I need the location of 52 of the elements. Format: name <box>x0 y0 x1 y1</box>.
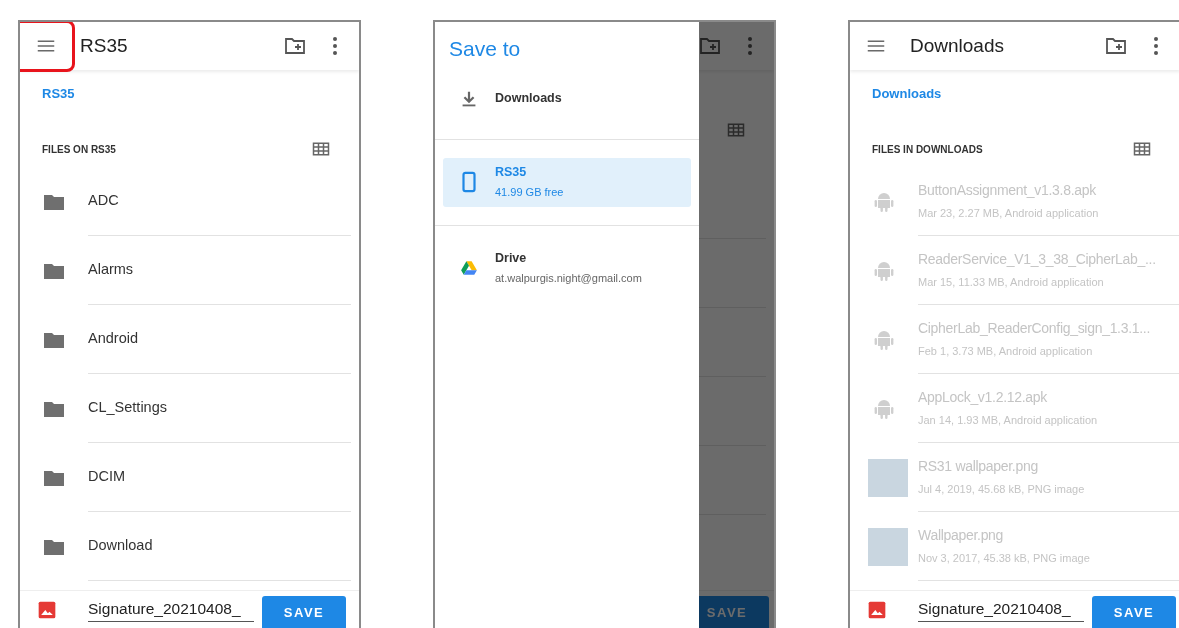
file-details: Jan 14, 1.93 MB, Android application <box>918 413 1099 429</box>
file-name: ButtonAssignment_v1.3.8.apk <box>918 181 1097 201</box>
more-icon <box>1154 37 1158 55</box>
file-name: DCIM <box>88 467 127 487</box>
breadcrumb-link[interactable]: Downloads <box>872 84 942 104</box>
file-row[interactable]: Download <box>20 512 359 581</box>
filename-field[interactable]: Signature_20210408_ <box>918 597 1084 622</box>
filename-field[interactable]: Signature_20210408_ <box>88 597 254 622</box>
storage-name: RS35 <box>495 164 528 182</box>
file-row[interactable]: Android <box>20 305 359 374</box>
file-name: RS31 wallpaper.png <box>918 457 1039 477</box>
file-name: Download <box>88 536 154 556</box>
triangle-logo-icon <box>460 259 478 277</box>
image-file-icon <box>867 599 887 620</box>
storage-item[interactable]: Downloads <box>443 78 691 119</box>
more-icon <box>748 37 752 55</box>
screen-title: RS35 <box>80 33 129 58</box>
more-icon <box>333 37 337 55</box>
file-name: CipherLab_ReaderConfig_sign_1.3.1... <box>918 319 1152 339</box>
storage-name: Downloads <box>495 90 562 108</box>
file-name: ADC <box>88 191 120 211</box>
image-thumbnail <box>868 458 908 497</box>
save-button[interactable]: SAVE <box>1092 595 1176 628</box>
breadcrumb-link[interactable]: RS35 <box>42 84 75 104</box>
screen-title: Downloads <box>910 33 1005 58</box>
drawer-title: Save to <box>449 36 522 62</box>
storage-item[interactable]: Drive at.walpurgis.night@gmail.com <box>443 243 691 293</box>
file-row[interactable]: DCIM <box>20 443 359 512</box>
file-name: Alarms <box>88 260 135 280</box>
grid-icon <box>311 139 331 159</box>
file-details: Feb 1, 3.73 MB, Android application <box>918 344 1094 360</box>
file-name: Android <box>88 329 139 349</box>
grid-icon <box>1132 139 1152 159</box>
file-name: ReaderService_V1_3_38_CipherLab_... <box>918 250 1157 270</box>
section-heading: FILES IN DOWNLOADS <box>872 142 983 157</box>
file-details: Nov 3, 2017, 45.38 kB, PNG image <box>918 551 1091 567</box>
file-name: AppLock_v1.2.12.apk <box>918 388 1048 408</box>
file-row[interactable]: ADC <box>20 167 359 236</box>
image-thumbnail <box>868 527 908 566</box>
grid-icon <box>726 120 746 140</box>
file-row[interactable]: CL_Settings <box>20 374 359 443</box>
section-heading: FILES ON RS35 <box>42 142 116 157</box>
file-name: Wallpaper.png <box>918 526 1005 546</box>
storage-name: Drive <box>495 250 528 268</box>
file-row[interactable]: Alarms <box>20 236 359 305</box>
storage-detail: 41.99 GB free <box>495 185 564 201</box>
file-details: Mar 15, 11.33 MB, Android application <box>918 275 1105 291</box>
save-button[interactable]: SAVE <box>262 595 346 628</box>
file-details: Mar 23, 2.27 MB, Android application <box>918 206 1100 222</box>
storage-detail: at.walpurgis.night@gmail.com <box>495 271 642 287</box>
file-name: CL_Settings <box>88 398 168 418</box>
image-file-icon <box>37 599 57 620</box>
